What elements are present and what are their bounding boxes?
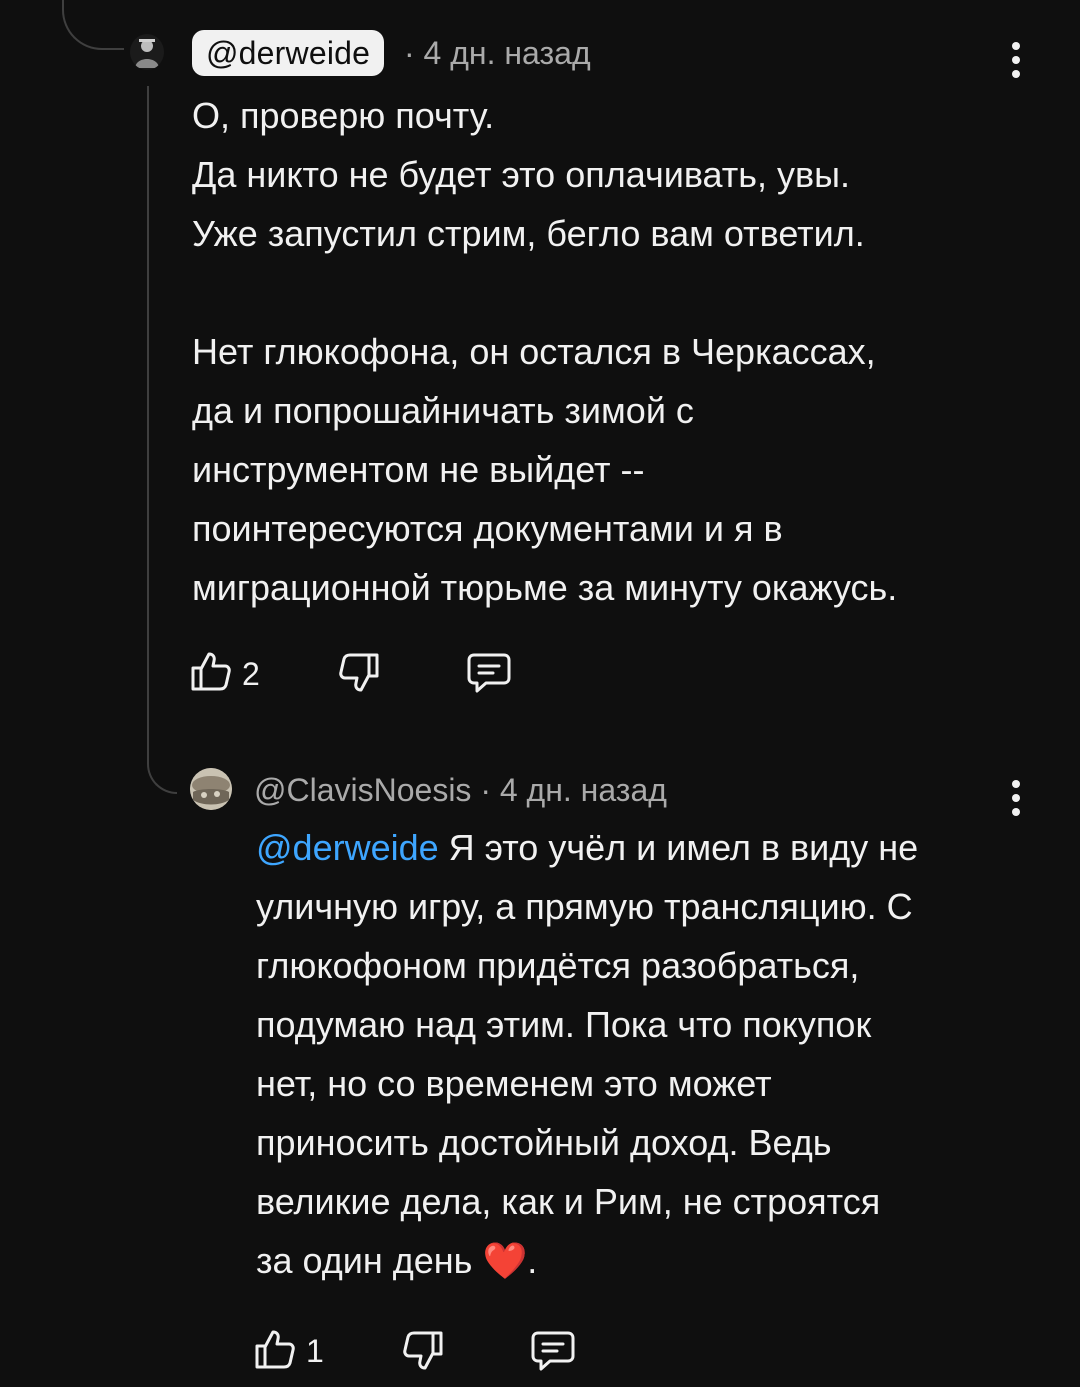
dislike-button[interactable] xyxy=(402,1330,444,1377)
dislike-icon xyxy=(339,653,379,692)
avatar[interactable] xyxy=(130,34,164,70)
more-options-icon[interactable] xyxy=(1008,780,1024,820)
comment-line: Да никто не будет это оплачивать, увы. xyxy=(192,154,851,195)
thread-connector xyxy=(62,0,124,50)
comment-line: глюкофоном придётся разобраться, xyxy=(256,945,860,986)
comment-line-text: за один день xyxy=(256,1240,483,1281)
comment-line: Нет глюкофона, он остался в Черкассах, xyxy=(192,331,876,372)
comment-line: за один день ❤️. xyxy=(256,1231,918,1290)
comment-line-text: Я это учёл и имел в виду не xyxy=(438,827,919,868)
like-icon xyxy=(191,652,231,691)
dislike-button[interactable] xyxy=(338,652,380,699)
comment-line: поинтересуются документами и я в xyxy=(192,508,783,549)
reply-icon xyxy=(531,1331,575,1371)
avatar[interactable] xyxy=(190,768,232,810)
comment-line: подумаю над этим. Пока что покупок xyxy=(256,1004,872,1045)
reply-button[interactable] xyxy=(466,652,512,699)
dislike-icon xyxy=(403,1331,443,1370)
reply-button[interactable] xyxy=(530,1330,576,1377)
comment-timestamp: · 4 дн. назад xyxy=(404,35,591,71)
heart-emoji: ❤️ xyxy=(482,1240,528,1281)
comment-line: инструментом не выйдет -- xyxy=(192,449,645,490)
comment-line: @derweide Я это учёл и имел в виду не xyxy=(256,818,918,877)
comment-line: миграционной тюрьме за минуту окажусь. xyxy=(192,567,898,608)
reply-icon xyxy=(467,653,511,693)
more-options-icon[interactable] xyxy=(1008,42,1024,82)
like-icon xyxy=(255,1330,295,1369)
comment-body: @derweide Я это учёл и имел в виду не ул… xyxy=(256,818,918,1290)
comment-line: да и попрошайничать зимой с xyxy=(192,390,694,431)
comment-author-and-timestamp[interactable]: @ClavisNoesis · 4 дн. назад xyxy=(254,772,667,809)
mention-link[interactable]: @derweide xyxy=(256,827,439,868)
comment-line: Уже запустил стрим, бегло вам ответил. xyxy=(192,213,865,254)
like-button[interactable] xyxy=(190,650,232,697)
comment-line: уличную игру, а прямую трансляцию. С xyxy=(256,886,913,927)
comment-line: нет, но со временем это может xyxy=(256,1063,772,1104)
like-count: 2 xyxy=(242,656,260,692)
author-name-chip[interactable]: @derweide xyxy=(192,30,385,76)
comment-body: О, проверю почту. Да никто не будет это … xyxy=(192,86,897,617)
like-count: 1 xyxy=(306,1333,324,1369)
thread-connector xyxy=(147,86,177,794)
comment-line: О, проверю почту. xyxy=(192,95,495,136)
comment-line: приносить достойный доход. Ведь xyxy=(256,1122,832,1163)
comment-line: великие дела, как и Рим, не строятся xyxy=(256,1181,881,1222)
comment-line-text: . xyxy=(527,1240,538,1281)
like-button[interactable] xyxy=(254,1328,296,1375)
